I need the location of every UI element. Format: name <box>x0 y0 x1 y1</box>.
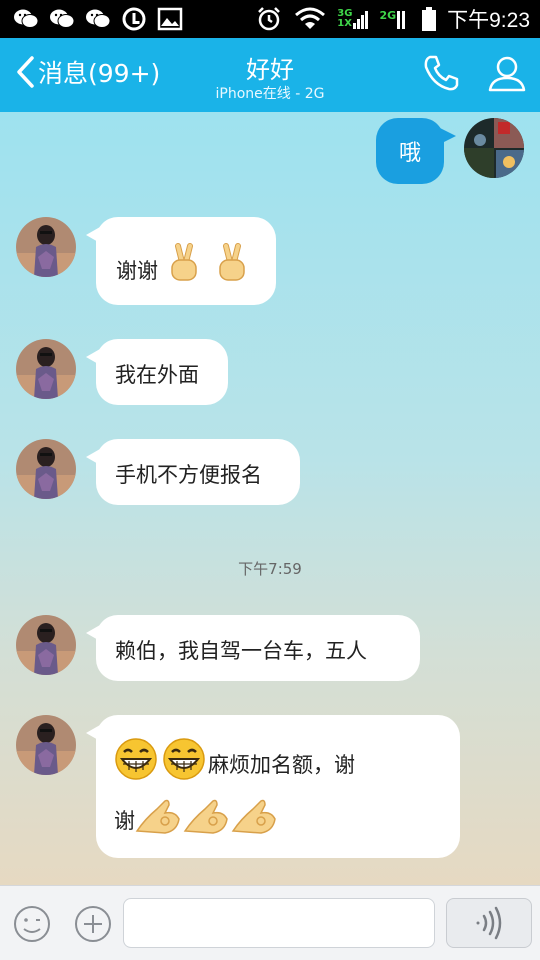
wifi-icon <box>295 7 326 29</box>
image-icon <box>157 7 183 31</box>
wechat-icon <box>50 9 75 28</box>
message-timestamp: 下午7:59 <box>238 560 302 578</box>
contact-avatar[interactable] <box>16 715 76 775</box>
status-left-icons <box>12 5 184 33</box>
signal-icon <box>353 11 369 29</box>
incoming-message-bubble[interactable]: 手机不方便报名 <box>86 439 300 505</box>
status-right-icons: 3G 1X 2G 下午9:23 <box>255 4 530 34</box>
alarm-icon <box>258 7 281 31</box>
victory-hand-emoji-icon <box>219 243 245 281</box>
contact-avatar[interactable] <box>16 339 76 399</box>
message-text: 我在外面 <box>115 363 199 387</box>
ok-hand-emoji-icon <box>183 799 228 834</box>
self-message-bubble[interactable]: 哦 <box>376 118 456 184</box>
bubble-tail <box>86 449 100 465</box>
back-button-label: 消息(99+) <box>38 59 161 88</box>
message-text: 谢 <box>114 809 135 833</box>
sync-icon <box>122 7 146 31</box>
emoji-picker-icon[interactable] <box>12 904 52 944</box>
network-2g-label: 2G <box>379 9 397 22</box>
bubble-tail <box>86 625 100 641</box>
bubble-tail <box>86 725 100 741</box>
message-input-bar <box>0 885 540 960</box>
add-attachment-icon[interactable] <box>73 904 113 944</box>
avatar-photo <box>16 339 76 399</box>
bubble-tail <box>86 227 100 243</box>
back-button[interactable]: 消息(99+) <box>14 54 160 90</box>
incoming-message-bubble[interactable]: 谢谢 <box>86 217 276 305</box>
chevron-left-icon <box>17 56 34 88</box>
contact-avatar[interactable] <box>16 217 76 277</box>
ok-hand-emoji-icon <box>135 799 180 834</box>
message-text: 谢谢 <box>116 259 158 283</box>
contact-avatar[interactable] <box>16 615 76 675</box>
avatar-photo <box>16 439 76 499</box>
grinning-face-emoji-icon <box>115 738 157 780</box>
self-avatar[interactable] <box>464 118 524 178</box>
phone-icon[interactable] <box>420 52 462 94</box>
avatar-photo <box>16 715 76 775</box>
grinning-face-emoji-icon <box>163 738 205 780</box>
message-text: 哦 <box>398 141 421 166</box>
battery-icon <box>422 7 437 31</box>
bubble-tail <box>86 349 100 365</box>
message-text: 赖伯，我自驾一台车，五人 <box>115 639 367 663</box>
bubble-tail <box>440 128 456 144</box>
status-time: 下午9:23 <box>447 9 530 32</box>
victory-hand-emoji-icon <box>171 243 197 281</box>
signal-2g: 2G <box>379 9 411 29</box>
network-1x-label: 1X <box>337 18 352 29</box>
chat-header: 消息(99+) 好好 iPhone在线 - 2G <box>0 38 540 112</box>
wechat-icon <box>86 9 111 28</box>
incoming-message-bubble[interactable]: 我在外面 <box>86 339 228 405</box>
chat-messages[interactable]: 哦 谢谢 我在外面 手机不方便报名 下午7:59 赖伯，我自驾一台车，五人 麻烦… <box>0 112 540 885</box>
person-icon[interactable] <box>486 52 528 94</box>
avatar-photo <box>16 217 76 277</box>
message-text: 麻烦加名额，谢 <box>208 753 355 777</box>
message-text: 手机不方便报名 <box>115 463 262 487</box>
incoming-message-bubble[interactable]: 赖伯，我自驾一台车，五人 <box>86 615 420 681</box>
avatar-photo <box>16 615 76 675</box>
signal-icon <box>397 11 406 29</box>
voice-button[interactable] <box>446 898 532 948</box>
contact-avatar[interactable] <box>16 439 76 499</box>
status-bar: 3G 1X 2G 下午9:23 <box>0 0 540 38</box>
message-input[interactable] <box>123 898 435 948</box>
incoming-message-bubble[interactable]: 麻烦加名额，谢 谢 <box>86 715 460 858</box>
wechat-icon <box>14 9 39 28</box>
ok-hand-emoji-icon <box>231 799 276 834</box>
signal-3g: 3G 1X <box>337 9 369 29</box>
voice-wave-icon <box>476 906 502 940</box>
avatar-photo <box>464 118 524 178</box>
